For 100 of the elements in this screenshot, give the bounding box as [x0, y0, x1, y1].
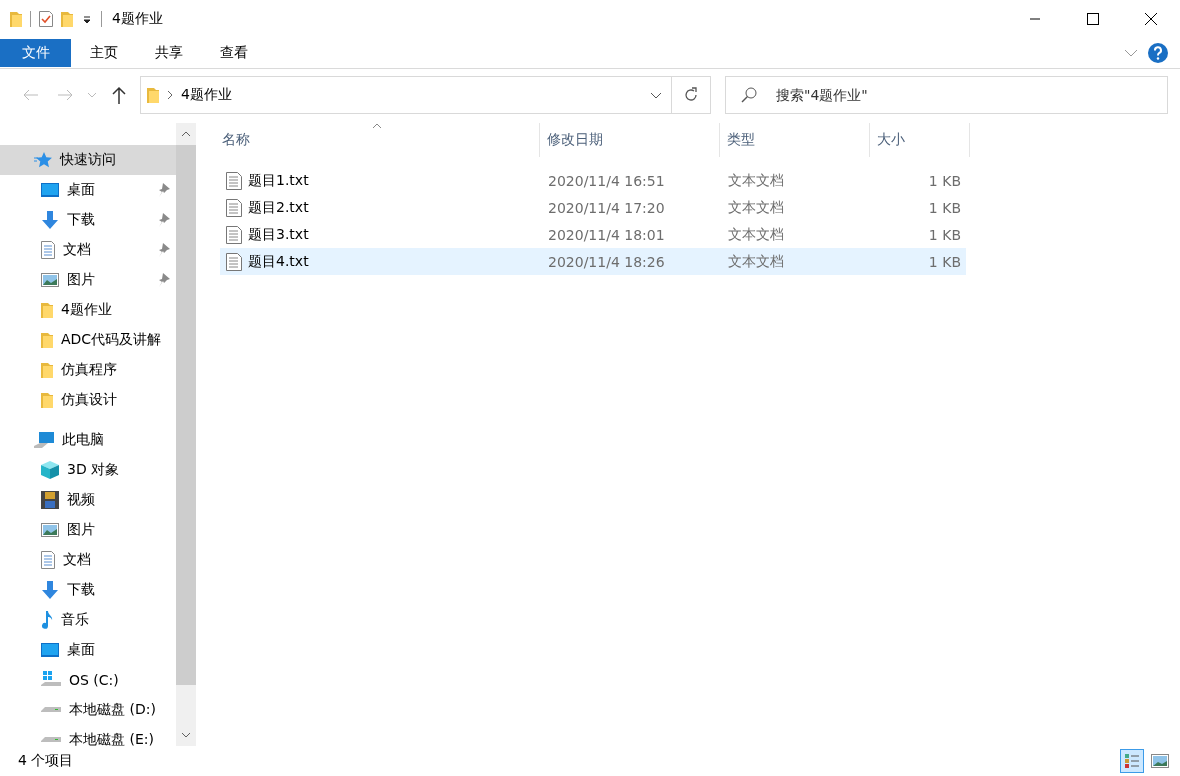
nav-item[interactable]: 仿真程序 [0, 355, 176, 385]
nav-item[interactable]: 仿真设计 [0, 385, 176, 415]
checklist-icon[interactable] [39, 11, 53, 27]
file-type: 文本文档 [727, 252, 785, 271]
nav-item[interactable]: 本地磁盘 (E:) [0, 725, 176, 746]
monitor-icon [41, 183, 59, 197]
new-folder-icon [61, 11, 73, 27]
folder-icon [41, 362, 53, 378]
file-size: 1 KB [927, 226, 962, 243]
file-type: 文本文档 [727, 171, 785, 190]
window-title: 4题作业 [112, 10, 163, 28]
ribbon-tab[interactable]: 查看 [201, 39, 266, 67]
drive-icon [41, 671, 61, 689]
nav-item[interactable]: 文档 [0, 235, 176, 265]
folder-icon [41, 302, 53, 318]
download-icon [41, 211, 59, 229]
pin-icon [158, 213, 170, 227]
computer-icon [34, 432, 54, 448]
scroll-down-icon[interactable] [181, 732, 191, 738]
file-type: 文本文档 [727, 198, 785, 217]
monitor-icon [41, 643, 59, 657]
expand-ribbon-icon[interactable] [1124, 49, 1138, 57]
folder-icon [41, 392, 53, 408]
document-icon [41, 551, 55, 569]
help-icon[interactable] [1148, 43, 1168, 63]
text-file-icon [226, 252, 242, 271]
text-file-icon [226, 225, 242, 244]
cube-icon [41, 461, 59, 479]
file-name: 题目4.txt [248, 252, 309, 271]
column-header[interactable]: 类型 [720, 123, 870, 157]
file-size: 1 KB [927, 199, 962, 216]
chevron-right-icon [167, 90, 173, 100]
pin-icon [158, 273, 170, 287]
modified-date: 2020/11/4 18:01 [547, 226, 666, 243]
back-arrow-icon [23, 89, 39, 101]
nav-item[interactable]: 音乐 [0, 605, 176, 635]
text-file-icon [226, 171, 242, 190]
file-menu-button[interactable]: 文件 [0, 39, 71, 67]
file-size: 1 KB [927, 253, 962, 270]
ribbon-tab[interactable]: 共享 [136, 39, 201, 67]
column-header[interactable]: 大小 [870, 123, 970, 157]
dropdown-icon[interactable] [81, 13, 93, 25]
nav-item[interactable]: 此电脑 [0, 425, 176, 455]
document-icon [41, 241, 55, 259]
column-header[interactable]: 名称 [220, 123, 540, 157]
nav-item[interactable]: ADC代码及讲解 [0, 325, 176, 355]
modified-date: 2020/11/4 18:26 [547, 253, 666, 270]
refresh-button[interactable] [672, 76, 711, 114]
scroll-up-icon[interactable] [181, 131, 191, 137]
nav-item[interactable]: 4题作业 [0, 295, 176, 325]
nav-item[interactable]: 桌面 [0, 175, 176, 205]
close-icon [1144, 12, 1158, 26]
chevron-down-icon [650, 91, 662, 99]
nav-item[interactable]: 3D 对象 [0, 455, 176, 485]
folder-icon [41, 332, 53, 348]
nav-item[interactable]: 下载 [0, 575, 176, 605]
column-header[interactable]: 修改日期 [540, 123, 720, 157]
nav-item[interactable]: 视频 [0, 485, 176, 515]
file-row[interactable]: 题目4.txt 2020/11/4 18:26 文本文档 1 KB [220, 248, 966, 275]
file-name: 题目2.txt [248, 198, 309, 217]
file-row[interactable]: 题目1.txt 2020/11/4 16:51 文本文档 1 KB [220, 167, 966, 194]
nav-item[interactable]: 图片 [0, 515, 176, 545]
file-name: 题目1.txt [248, 171, 309, 190]
nav-item[interactable]: 图片 [0, 265, 176, 295]
file-row[interactable]: 题目2.txt 2020/11/4 17:20 文本文档 1 KB [220, 194, 966, 221]
picture-icon [41, 273, 59, 287]
maximize-icon [1087, 13, 1099, 25]
nav-item[interactable]: OS (C:) [0, 665, 176, 695]
refresh-icon [683, 87, 699, 103]
nav-item[interactable]: 文档 [0, 545, 176, 575]
nav-item[interactable]: 桌面 [0, 635, 176, 665]
nav-item[interactable]: 快速访问 [0, 145, 176, 175]
address-path[interactable]: 4题作业 [181, 86, 232, 104]
address-bar[interactable]: 4题作业 [140, 76, 672, 114]
up-arrow-icon [112, 86, 126, 104]
chevron-down-icon [87, 92, 97, 98]
forward-arrow-icon [57, 89, 73, 101]
details-view-button[interactable] [1120, 749, 1144, 773]
text-file-icon [226, 198, 242, 217]
drive-icon [41, 736, 61, 744]
file-type: 文本文档 [727, 225, 785, 244]
picture-icon [1151, 754, 1169, 768]
drive-icon [41, 706, 61, 714]
modified-date: 2020/11/4 16:51 [547, 172, 666, 189]
file-name: 题目3.txt [248, 225, 309, 244]
file-size: 1 KB [927, 172, 962, 189]
search-field[interactable]: 搜索"4题作业" [725, 76, 1168, 114]
folder-icon [10, 11, 22, 27]
music-note-icon [41, 611, 53, 629]
file-row[interactable]: 题目3.txt 2020/11/4 18:01 文本文档 1 KB [220, 221, 966, 248]
ribbon-tab[interactable]: 主页 [71, 39, 136, 67]
download-icon [41, 581, 59, 599]
film-icon [41, 491, 59, 509]
folder-icon [147, 87, 159, 103]
search-icon [741, 87, 757, 103]
picture-icon [41, 523, 59, 537]
details-list-icon [1124, 753, 1140, 769]
modified-date: 2020/11/4 17:20 [547, 199, 666, 216]
nav-item[interactable]: 下载 [0, 205, 176, 235]
nav-item[interactable]: 本地磁盘 (D:) [0, 695, 176, 725]
